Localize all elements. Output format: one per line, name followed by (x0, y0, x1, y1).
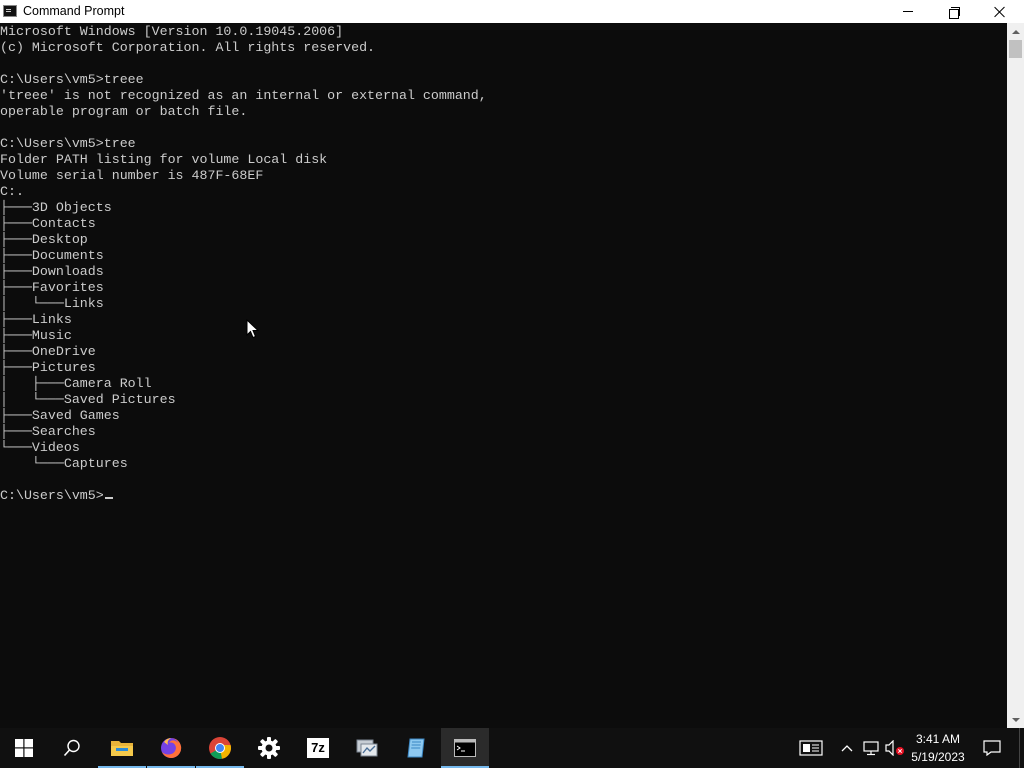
chevron-down-icon (1011, 717, 1020, 722)
sevenzip-icon: 7z (307, 738, 329, 758)
mouse-pointer-icon (246, 319, 260, 339)
taskbar: 7z 3:41 AM 5/19/2023 (0, 728, 1024, 768)
vertical-scrollbar[interactable] (1007, 23, 1024, 728)
minimize-icon (903, 11, 913, 12)
chrome-icon (209, 737, 232, 759)
console-line: 'treee' is not recognized as an internal… (0, 88, 487, 103)
console-line: │ ├───Camera Roll (0, 376, 152, 391)
cmd-app-icon[interactable] (3, 5, 17, 17)
console-line: │ └───Saved Pictures (0, 392, 176, 407)
firefox-button[interactable] (147, 728, 195, 768)
chevron-up-icon (841, 745, 853, 752)
console-line: C:\Users\vm5>treee (0, 72, 144, 87)
console-output-area[interactable]: Microsoft Windows [Version 10.0.19045.20… (0, 23, 1007, 728)
news-icon (799, 740, 823, 756)
window-title: Command Prompt (23, 4, 125, 18)
command-prompt-taskbar-button[interactable] (441, 728, 489, 768)
console-line: (c) Microsoft Corporation. All rights re… (0, 40, 376, 55)
console-line: ├───Contacts (0, 216, 96, 231)
console-line: └───Captures (0, 456, 128, 471)
title-bar[interactable]: Command Prompt (0, 0, 1024, 23)
console-line: ├───Links (0, 312, 72, 327)
console-line: ├───OneDrive (0, 344, 96, 359)
network-status-button[interactable] (860, 728, 882, 768)
console-line: ├───Downloads (0, 264, 104, 279)
close-button[interactable] (977, 0, 1023, 23)
console-line: ├───3D Objects (0, 200, 112, 215)
search-button[interactable] (48, 728, 96, 768)
restore-icon (949, 6, 960, 19)
gear-icon (258, 737, 280, 759)
network-app-button[interactable] (343, 728, 391, 768)
chevron-up-icon (1011, 29, 1020, 34)
sevenzip-icon-label: 7z (311, 740, 325, 755)
scroll-up-button[interactable] (1007, 23, 1024, 40)
settings-button[interactable] (245, 728, 293, 768)
console-line: ├───Searches (0, 424, 96, 439)
notification-icon (983, 740, 1001, 756)
close-icon (994, 6, 1006, 18)
console-line: ├───Pictures (0, 360, 96, 375)
volume-button[interactable] (884, 728, 906, 768)
console-prompt-line[interactable]: C:\Users\vm5> (0, 488, 487, 504)
cmd-icon (454, 739, 476, 757)
folder-icon (111, 741, 133, 756)
console-line: │ └───Links (0, 296, 104, 311)
notepad-app-button[interactable] (392, 728, 440, 768)
console-line: └───Videos (0, 440, 80, 455)
console-line: ├───Music (0, 328, 72, 343)
console-text: Microsoft Windows [Version 10.0.19045.20… (0, 24, 487, 504)
console-line: Folder PATH listing for volume Local dis… (0, 152, 328, 167)
console-line: C:. (0, 184, 24, 199)
console-line: ├───Desktop (0, 232, 88, 247)
clock-date: 5/19/2023 (911, 750, 965, 764)
console-prompt: C:\Users\vm5> (0, 488, 104, 503)
show-hidden-icons-button[interactable] (837, 728, 857, 768)
taskbar-clock[interactable]: 3:41 AM 5/19/2023 (905, 730, 971, 766)
action-center-button[interactable] (976, 728, 1008, 768)
network-app-icon (356, 739, 378, 757)
chrome-button[interactable] (196, 728, 244, 768)
console-line: C:\Users\vm5>tree (0, 136, 136, 151)
console-line: ├───Favorites (0, 280, 104, 295)
file-explorer-button[interactable] (98, 728, 146, 768)
minimize-button[interactable] (885, 0, 931, 23)
news-widget-button[interactable] (797, 728, 825, 768)
console-line: Microsoft Windows [Version 10.0.19045.20… (0, 24, 344, 39)
scroll-down-button[interactable] (1007, 711, 1024, 728)
windows-logo-icon (15, 739, 33, 757)
console-line: ├───Saved Games (0, 408, 120, 423)
sevenzip-button[interactable]: 7z (294, 728, 342, 768)
firefox-icon (161, 737, 182, 758)
network-wired-icon (863, 741, 879, 756)
restore-button[interactable] (931, 0, 977, 23)
console-line: operable program or batch file. (0, 104, 248, 119)
notepad-icon (407, 738, 425, 758)
console-line: ├───Documents (0, 248, 104, 263)
console-line: Volume serial number is 487F-68EF (0, 168, 264, 183)
search-icon (63, 739, 80, 757)
show-desktop-button[interactable] (1019, 728, 1024, 768)
scrollbar-thumb[interactable] (1009, 40, 1022, 58)
clock-time: 3:41 AM (915, 732, 961, 746)
volume-muted-icon (885, 740, 904, 756)
text-cursor (104, 497, 113, 499)
start-button[interactable] (0, 728, 48, 768)
